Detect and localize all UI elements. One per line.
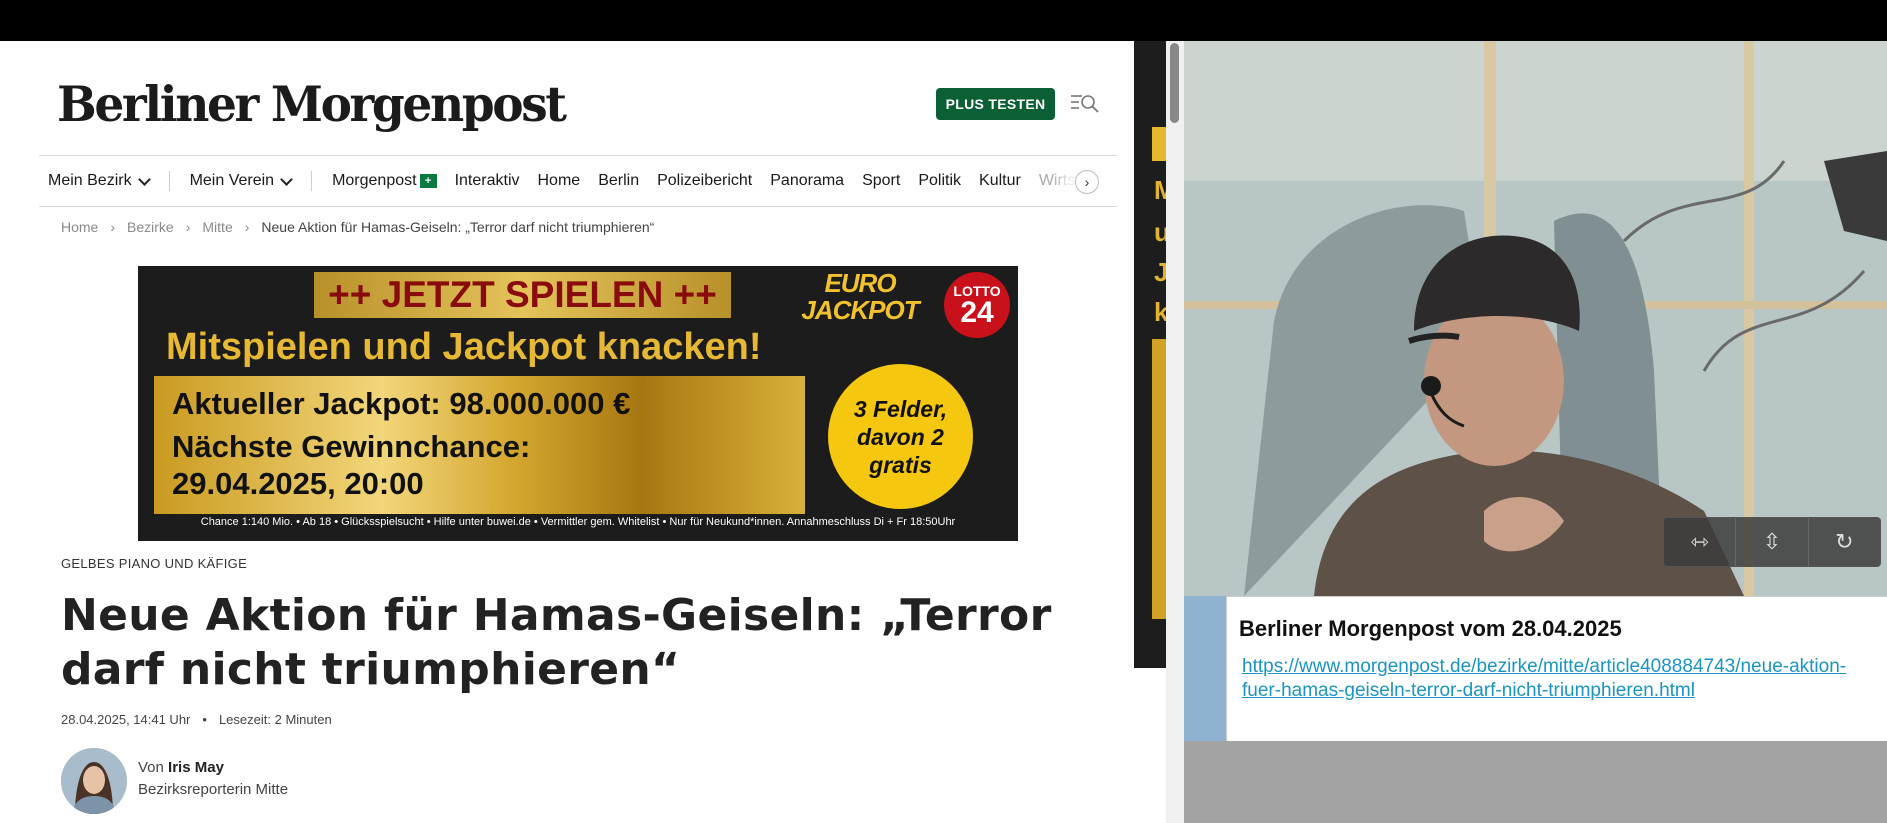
webcam-window: ⇿ ⇳ ↻ Berliner Morgenpost vom 28.04.2025…: [1184, 41, 1887, 823]
top-black-bar: [0, 0, 1887, 41]
nav-item-interaktiv[interactable]: Interaktiv: [446, 172, 529, 190]
article-meta: 28.04.2025, 14:41 Uhr • Lesezeit: 2 Minute…: [61, 712, 332, 727]
nav-item-mein-verein[interactable]: Mein Verein: [181, 172, 301, 190]
caption-link[interactable]: https://www.morgenpost.de/bezirke/mitte/…: [1242, 655, 1862, 703]
breadcrumb-bezirke[interactable]: Bezirke: [127, 219, 174, 235]
article-date: 28.04.2025, 14:41 Uhr: [61, 712, 191, 727]
rotate-icon[interactable]: ↻: [1809, 518, 1880, 566]
chevron-down-icon: [137, 172, 151, 186]
nav-item-morgenpost[interactable]: Morgenpost +: [323, 172, 446, 190]
ad-disclaimer: Chance 1:140 Mio. • Ab 18 • Glücksspiels…: [200, 516, 956, 528]
main-nav: Mein Bezirk Mein Verein Morgenpost + Inte…: [39, 156, 1117, 206]
window-background: [1184, 741, 1887, 823]
ad-subtitle: Mitspielen und Jackpot knacken!: [166, 326, 762, 368]
ad-jackpot-line: Aktueller Jackpot: 98.000.000 €: [172, 386, 631, 421]
nav-separator: [311, 171, 313, 191]
scrollbar-thumb[interactable]: [1170, 43, 1179, 123]
caption-title: Berliner Morgenpost vom 28.04.2025: [1239, 616, 1622, 641]
webcam-image: [1184, 41, 1887, 596]
browser-page: Berliner Morgenpost PLUS TESTEN Mein Bez…: [0, 41, 1166, 823]
article-headline: Neue Aktion für Hamas-Geiseln: „Terror d…: [61, 590, 1052, 695]
breadcrumb-mitte[interactable]: Mitte: [202, 219, 232, 235]
plus-badge-icon: +: [419, 174, 437, 188]
author-name[interactable]: Iris May: [168, 759, 224, 776]
nav-item-berlin[interactable]: Berlin: [589, 172, 648, 190]
breadcrumb: Home › Bezirke › Mitte › Neue Aktion für Hamas…: [61, 219, 655, 235]
chevron-right-icon[interactable]: ›: [1075, 170, 1099, 194]
nav-item-mein-bezirk[interactable]: Mein Bezirk: [39, 172, 158, 190]
chevron-down-icon: [280, 172, 293, 186]
nav-item-sport[interactable]: Sport: [853, 172, 909, 190]
nav-label: Morgenpost: [332, 172, 417, 189]
nav-label: Mein Bezirk: [48, 172, 132, 189]
ad-banner-text: ++ JETZT SPIELEN ++: [314, 272, 731, 318]
nav-separator: [168, 171, 170, 191]
article-read-time: Lesezeit: 2 Minuten: [218, 712, 332, 727]
breadcrumb-current: Neue Aktion für Hamas-Geiseln: „Terror d…: [261, 219, 655, 235]
nav-item-home[interactable]: Home: [529, 172, 590, 190]
nav-item-polizeibericht[interactable]: Polizeibericht: [648, 172, 761, 190]
flip-vertical-icon[interactable]: ⇳: [1736, 518, 1809, 566]
lotto-advertisement[interactable]: ++ JETZT SPIELEN ++ EURO JACKPOT LOTTO 24…: [138, 266, 1018, 541]
flip-horizontal-icon[interactable]: ⇿: [1664, 518, 1737, 566]
nav-item-politik[interactable]: Politik: [909, 172, 970, 190]
page-scrollbar[interactable]: [1166, 41, 1184, 823]
nav-item-kultur[interactable]: Kultur: [970, 172, 1030, 190]
nav-item-panorama[interactable]: Panorama: [761, 172, 853, 190]
webcam-feed: ⇿ ⇳ ↻: [1184, 41, 1887, 596]
author-info: Von Iris May Bezirksreporterin Mitte: [138, 757, 288, 801]
lotto24-logo: LOTTO 24: [944, 272, 1010, 338]
nav-divider: [39, 206, 1117, 207]
video-controls: ⇿ ⇳ ↻: [1663, 517, 1881, 567]
author-avatar[interactable]: [61, 748, 127, 814]
card-side-strip: [1184, 596, 1226, 741]
ad-next-chance-line: Nächste Gewinnchance:: [172, 429, 531, 464]
author-prefix: Von: [138, 759, 164, 776]
breadcrumb-home[interactable]: Home: [61, 219, 98, 235]
menu-search-icon[interactable]: [1070, 93, 1100, 115]
author-role: Bezirksreporterin Mitte: [138, 781, 289, 798]
eurojackpot-logo: EURO JACKPOT: [801, 268, 919, 325]
ad-date-line: 29.04.2025, 20:00: [172, 466, 424, 501]
nav-label: Mein Verein: [189, 172, 275, 189]
plus-testen-button[interactable]: PLUS TESTEN: [936, 88, 1055, 120]
site-logo[interactable]: Berliner Morgenpost: [57, 75, 567, 133]
article-kicker: GELBES PIANO UND KÄFIGE: [61, 556, 248, 571]
ad-offer-circle: 3 Felder, davon 2 gratis: [828, 364, 973, 509]
